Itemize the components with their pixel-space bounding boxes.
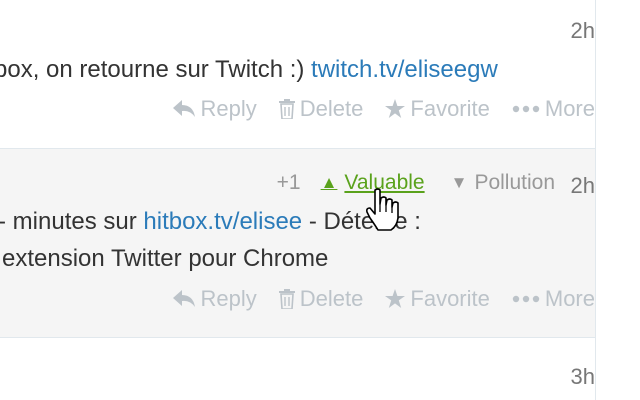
tweet-text-fragment: box, on retourne sur Twitch :) bbox=[0, 56, 312, 83]
tweet-3: 3h bbox=[0, 338, 596, 400]
trash-icon bbox=[278, 289, 295, 309]
dots-icon bbox=[512, 105, 540, 113]
pollution-button[interactable]: ▼ Pollution bbox=[451, 171, 555, 195]
vote-count: +1 bbox=[276, 171, 301, 194]
triangle-up-icon: ▲ bbox=[320, 173, 338, 192]
more-label: More bbox=[544, 96, 595, 121]
delete-label: Delete bbox=[299, 96, 364, 121]
favorite-label: Favorite bbox=[410, 286, 490, 311]
vote-bar: +1 ▲ Valuable ▼ Pollution bbox=[277, 169, 555, 197]
delete-label: Delete bbox=[299, 286, 364, 311]
reply-button[interactable]: Reply bbox=[172, 286, 257, 312]
reply-icon bbox=[172, 100, 195, 117]
reply-label: Reply bbox=[200, 96, 257, 121]
more-button[interactable]: More bbox=[512, 286, 595, 312]
star-icon bbox=[385, 99, 406, 118]
reply-button[interactable]: Reply bbox=[172, 96, 257, 122]
text-fragment: minutes sur bbox=[12, 208, 144, 235]
reply-label: Reply bbox=[200, 286, 257, 311]
favorite-button[interactable]: Favorite bbox=[385, 286, 490, 312]
favorite-button[interactable]: Favorite bbox=[385, 96, 490, 122]
hand-cursor-icon bbox=[366, 188, 399, 231]
tweet-actions: Reply Delete Favorite More bbox=[172, 94, 595, 124]
favorite-label: Favorite bbox=[410, 96, 490, 121]
tweet-text-line-2: extension Twitter pour Chrome bbox=[2, 245, 329, 272]
delete-button[interactable]: Delete bbox=[278, 286, 364, 312]
tweet-actions: Reply Delete Favorite More bbox=[172, 284, 595, 314]
reply-icon bbox=[172, 290, 195, 307]
text-fragment: - bbox=[0, 208, 13, 235]
tweet-text-line-1: - minutes sur hitbox.tv/elisee - Détente… bbox=[0, 208, 421, 236]
tweet-timestamp[interactable]: 2h bbox=[559, 173, 595, 199]
more-button[interactable]: More bbox=[512, 96, 595, 122]
tweet-link[interactable]: twitch.tv/eliseegw bbox=[311, 56, 498, 83]
tweet-text: box, on retourne sur Twitch :) twitch.tv… bbox=[0, 56, 498, 84]
star-icon bbox=[385, 289, 406, 308]
more-label: More bbox=[544, 286, 595, 311]
delete-button[interactable]: Delete bbox=[278, 96, 364, 122]
text-fragment: - Détente : bbox=[302, 208, 421, 235]
tweet-timestamp[interactable]: 2h bbox=[559, 18, 595, 44]
pollution-label: Pollution bbox=[474, 171, 555, 194]
tweet-link[interactable]: hitbox.tv/elisee bbox=[143, 208, 302, 235]
tweet-timestamp[interactable]: 3h bbox=[559, 364, 595, 390]
trash-icon bbox=[278, 99, 295, 119]
triangle-down-icon: ▼ bbox=[450, 173, 468, 192]
tweet-1: 2h box, on retourne sur Twitch :) twitch… bbox=[0, 0, 596, 148]
dots-icon bbox=[512, 295, 540, 303]
tweet-2: 2h +1 ▲ Valuable ▼ Pollution - minutes s… bbox=[0, 149, 596, 337]
